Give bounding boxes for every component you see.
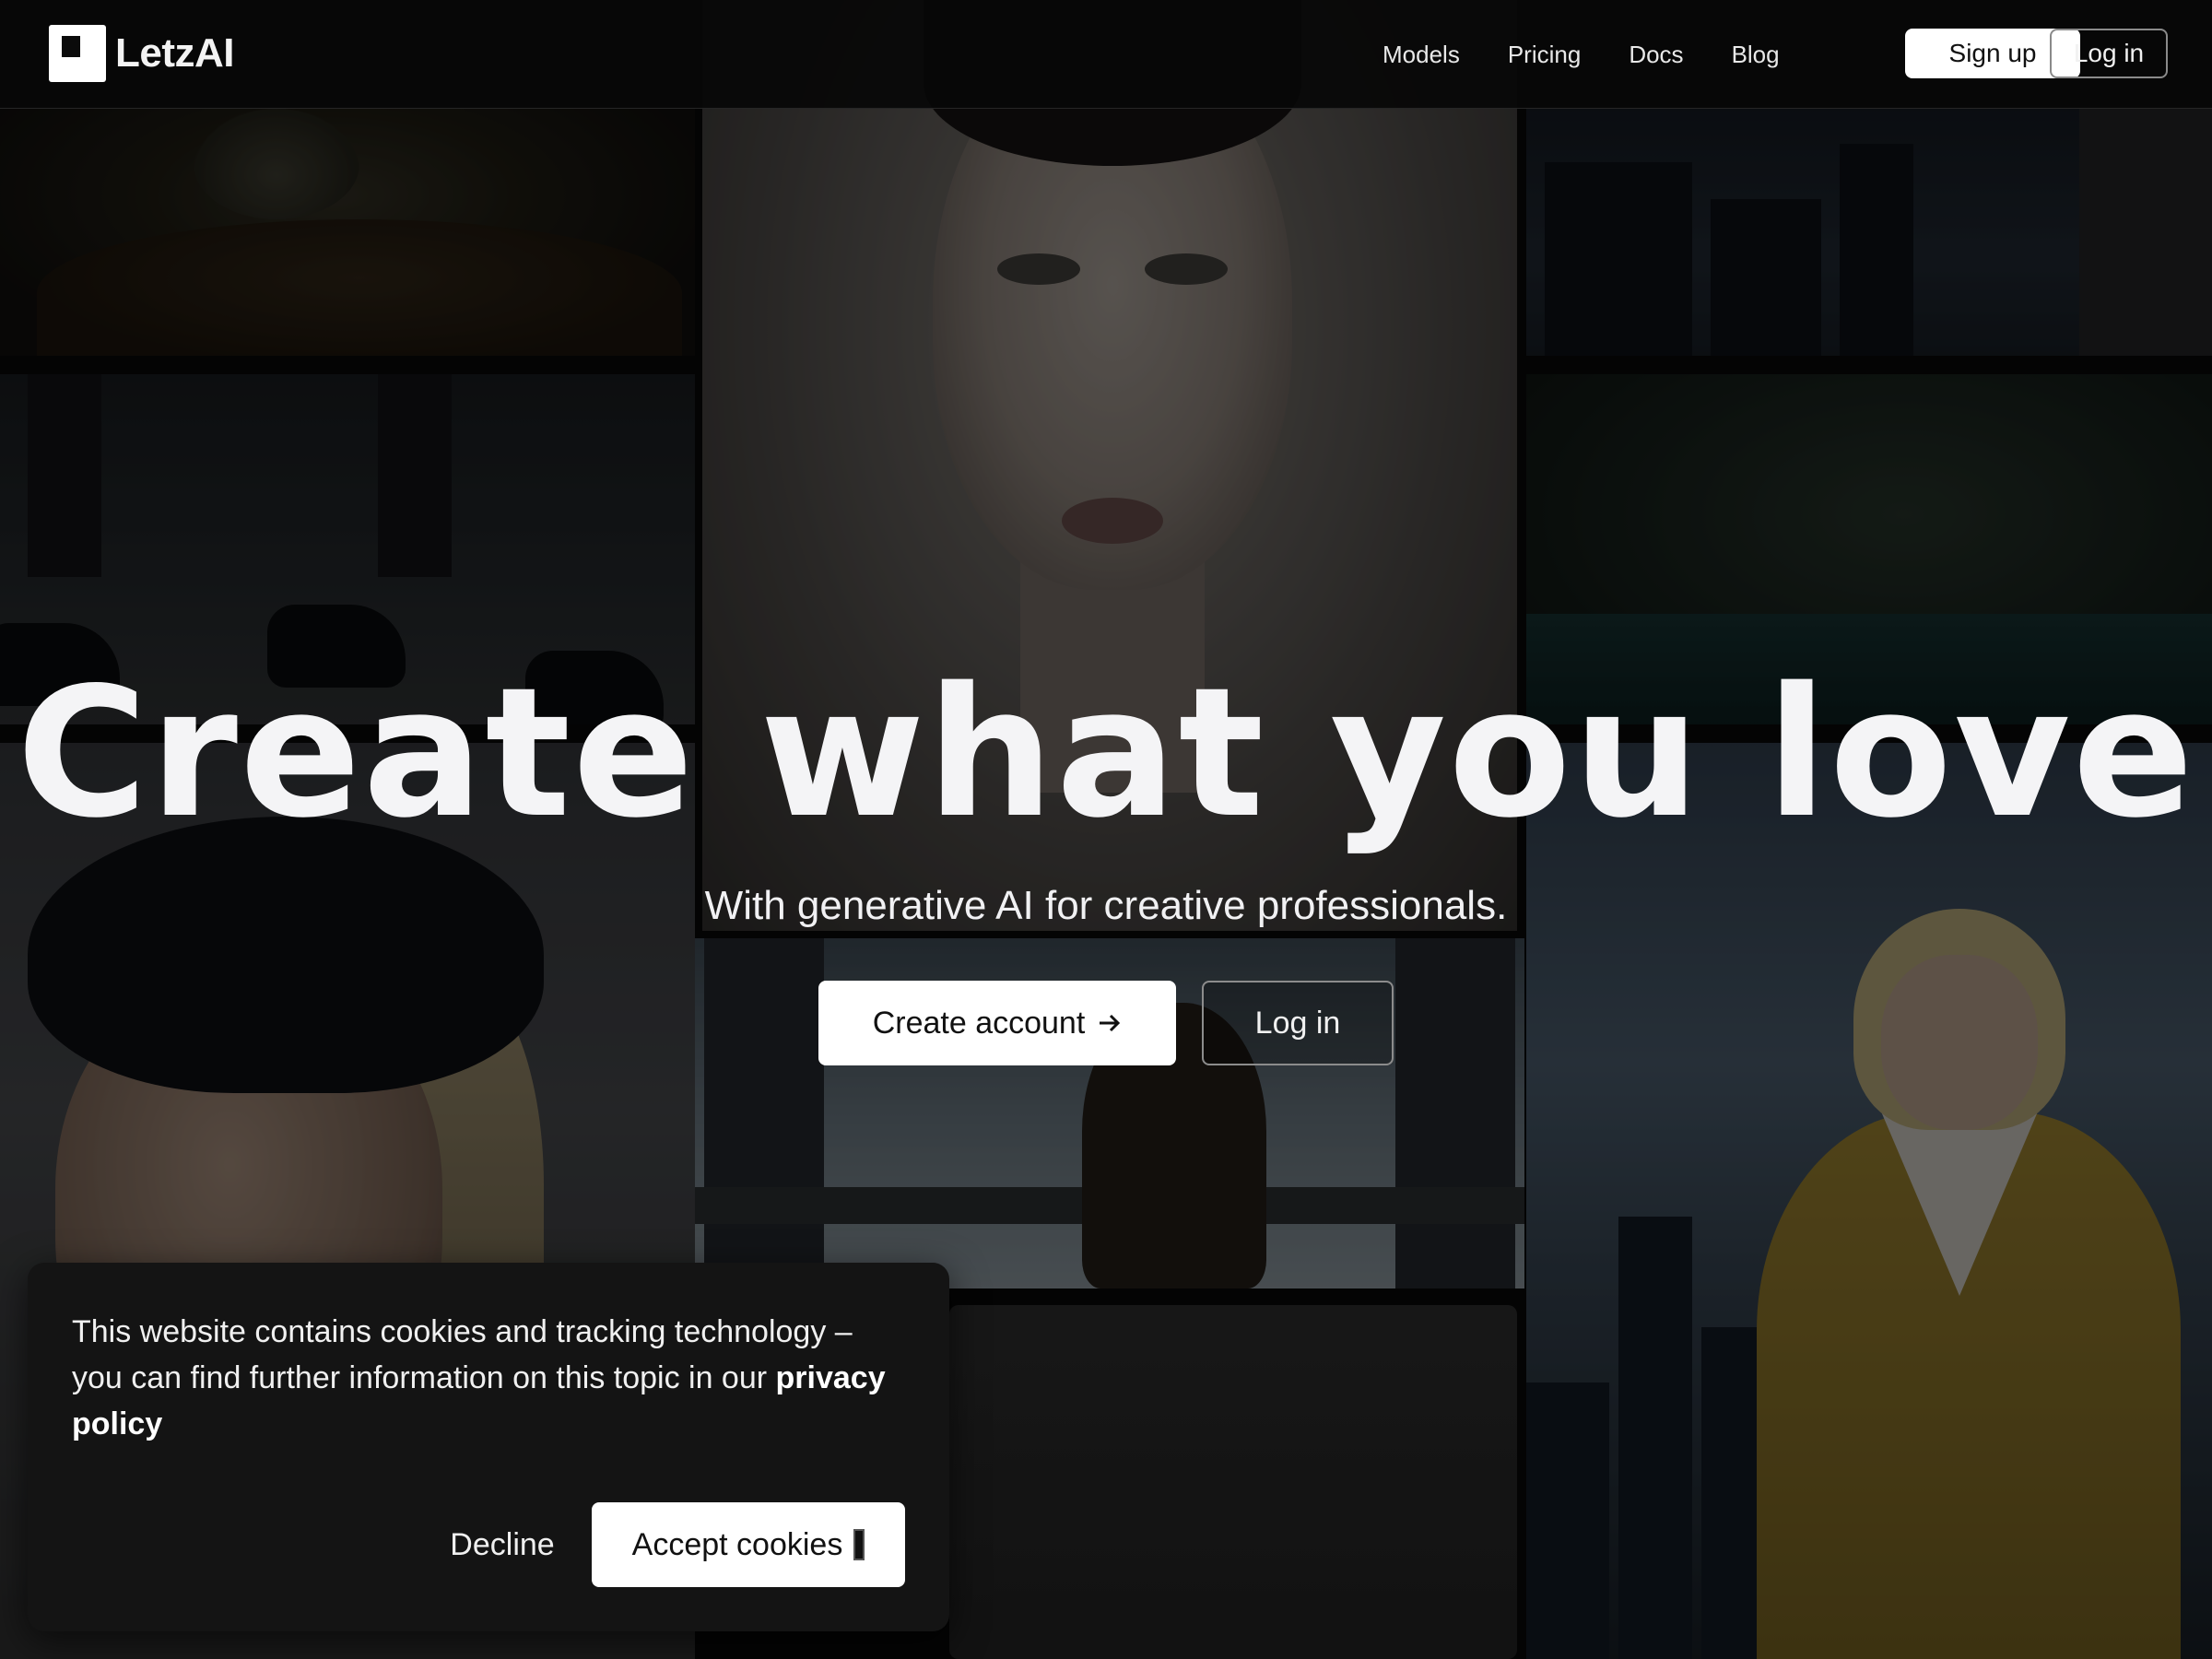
gallery-image-city-night	[1526, 109, 2212, 356]
cookie-consent-banner: This website contains cookies and tracki…	[28, 1263, 949, 1631]
cookie-message: This website contains cookies and tracki…	[72, 1309, 911, 1447]
decline-cookies-button[interactable]: Decline	[396, 1502, 608, 1587]
hero-title: Create what you love	[16, 649, 2196, 857]
nav-link-blog[interactable]: Blog	[1732, 41, 1780, 69]
main-nav: Models Pricing Docs Blog	[1382, 0, 1780, 109]
arrow-right-icon	[1098, 1006, 1122, 1041]
create-account-label: Create account	[872, 1005, 1086, 1041]
top-navigation-bar: LetzAI Models Pricing Docs Blog Sign up …	[0, 0, 2212, 109]
hero-subtitle: With generative AI for creative professi…	[704, 883, 1508, 928]
accept-cookies-button[interactable]: Accept cookies	[592, 1502, 905, 1587]
landing-page: LetzAI Models Pricing Docs Blog Sign up …	[0, 0, 2212, 1659]
create-account-button[interactable]: Create account	[818, 981, 1176, 1065]
header-login-button[interactable]: Log in	[2050, 29, 2168, 78]
letzai-logo-icon	[49, 25, 106, 82]
brand-logo[interactable]: LetzAI	[49, 25, 235, 82]
nav-link-pricing[interactable]: Pricing	[1508, 41, 1581, 69]
cookie-message-text: This website contains cookies and tracki…	[72, 1314, 853, 1395]
accept-cookies-label: Accept cookies	[631, 1526, 843, 1562]
gallery-image-baby-alien	[0, 109, 695, 356]
hero-login-button[interactable]: Log in	[1202, 981, 1394, 1065]
gallery-image-placeholder	[949, 1305, 1517, 1659]
nav-link-docs[interactable]: Docs	[1629, 41, 1683, 69]
nav-link-models[interactable]: Models	[1382, 41, 1460, 69]
brand-name: LetzAI	[115, 30, 235, 76]
gallery-image-yellow-jacket-girl	[1526, 743, 2212, 1659]
cookie-icon	[853, 1529, 865, 1560]
